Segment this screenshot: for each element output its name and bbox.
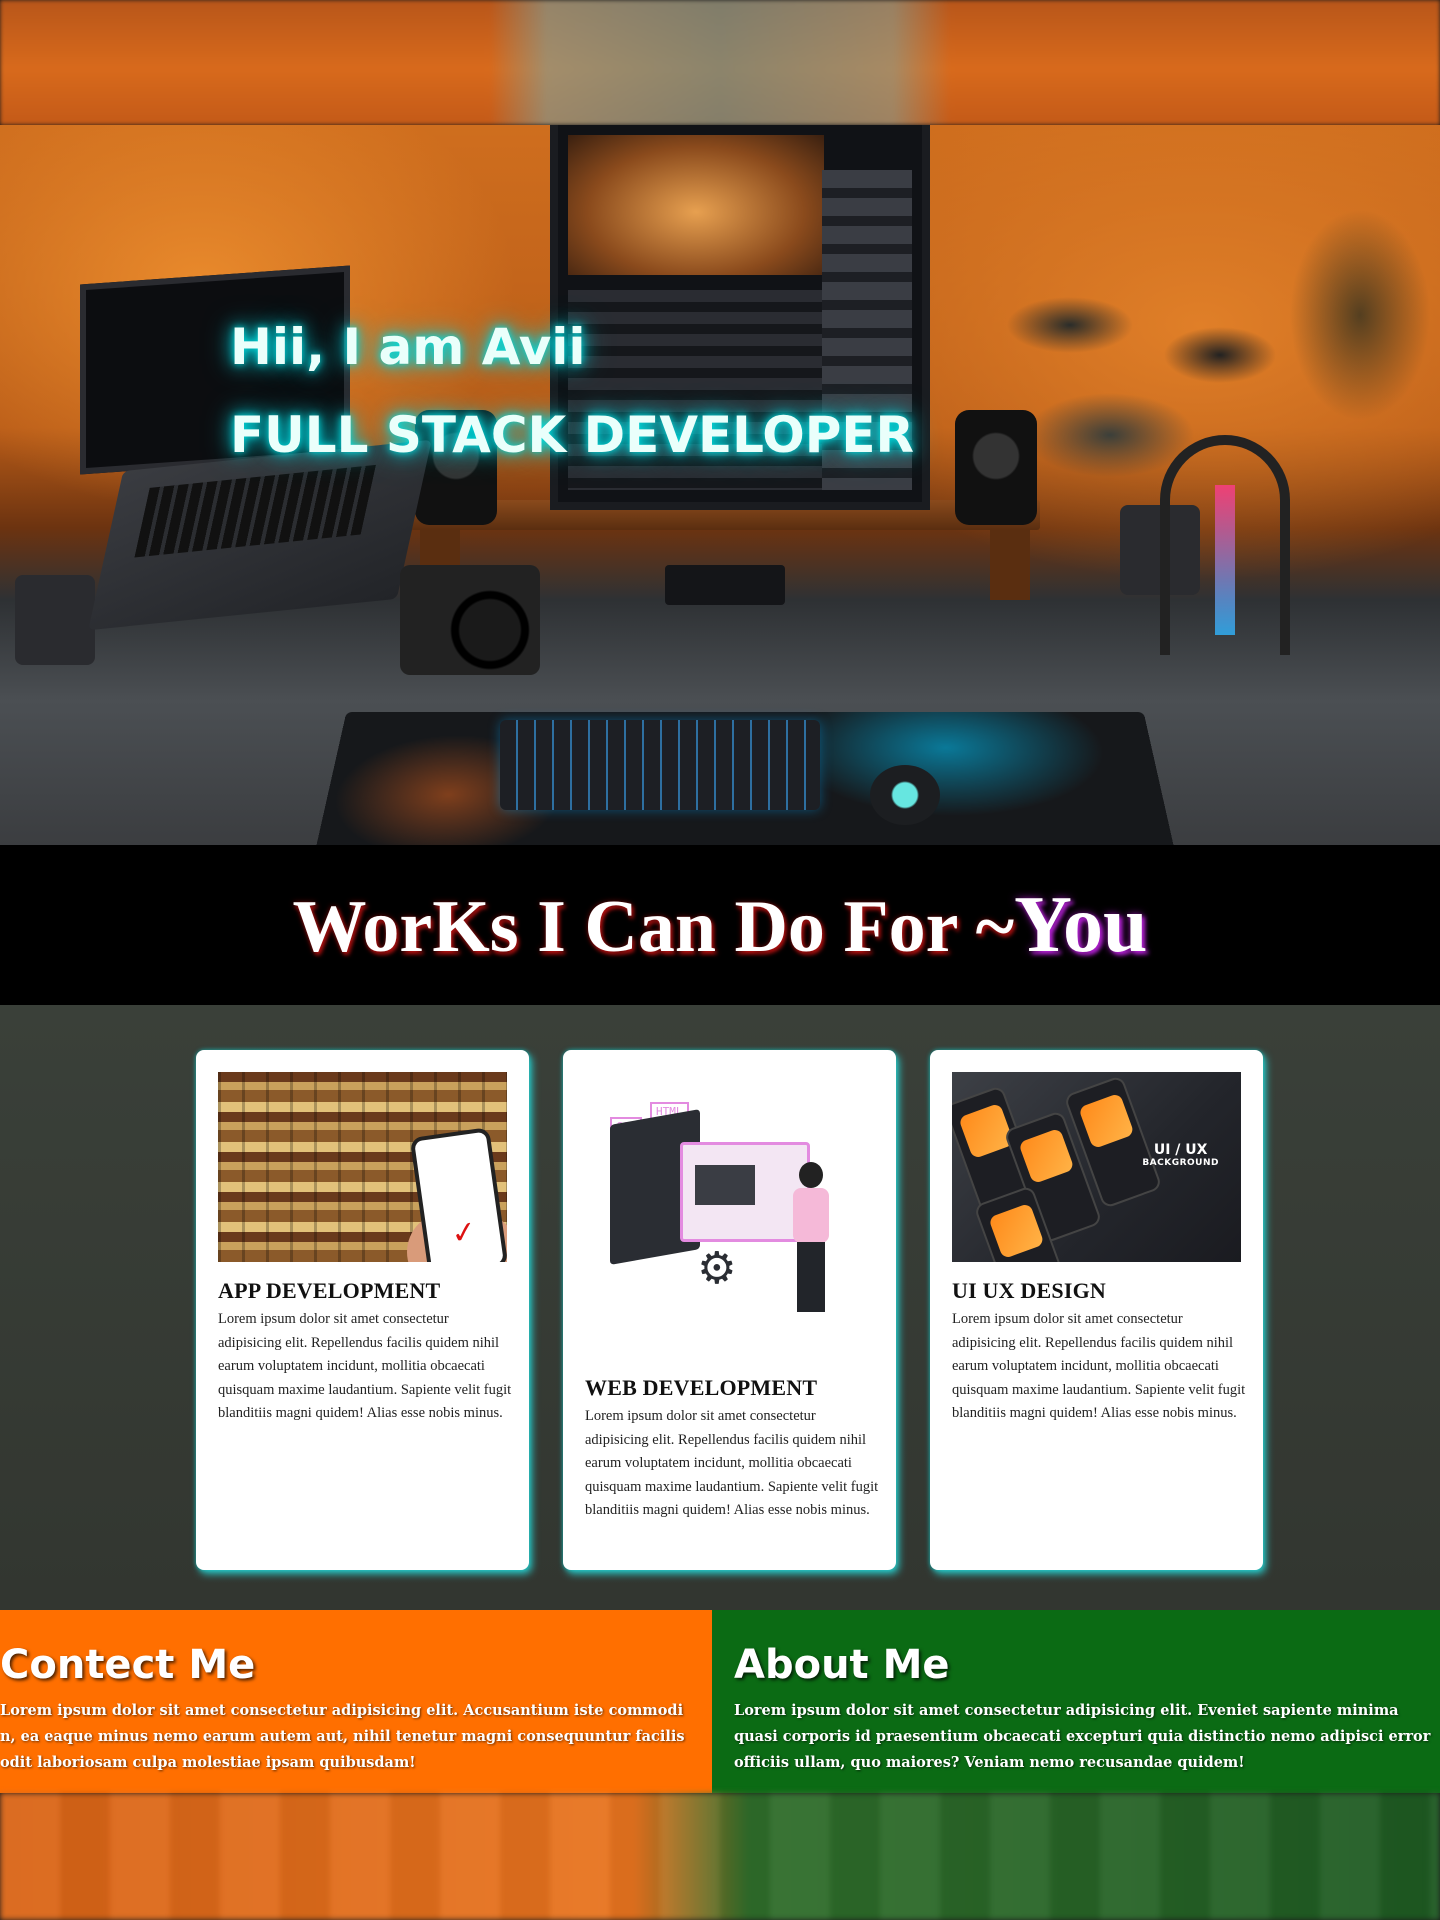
contact-title: Contect Me xyxy=(0,1642,255,1688)
contact-section: Contect Me Lorem ipsum dolor sit amet co… xyxy=(0,1610,712,1793)
ui-ux-mockup-image: UI / UX BACKGROUND xyxy=(952,1072,1241,1262)
hero-section: Hii, I am Avii FULL STACK DEVELOPER xyxy=(0,125,1440,845)
person-illustration xyxy=(785,1162,835,1312)
ui-ux-label: UI / UX BACKGROUND xyxy=(1142,1142,1219,1168)
hero-greeting: Hii, I am Avii xyxy=(230,303,914,391)
service-card-app[interactable]: APP DEVELOPMENT Lorem ipsum dolor sit am… xyxy=(196,1050,529,1570)
services-section: APP DEVELOPMENT Lorem ipsum dolor sit am… xyxy=(0,1005,1440,1610)
card-title: UI UX DESIGN xyxy=(952,1278,1106,1304)
about-text: Lorem ipsum dolor sit amet consectetur a… xyxy=(734,1698,1434,1776)
about-title: About Me xyxy=(734,1642,950,1688)
works-title-text: WorKs I Can Do For ~ xyxy=(292,886,1014,968)
top-blurred-banner xyxy=(0,0,1440,125)
shelf-leg xyxy=(990,530,1030,600)
hero-heading: Hii, I am Avii FULL STACK DEVELOPER xyxy=(230,303,914,479)
card-text: Lorem ipsum dolor sit amet consectetur a… xyxy=(218,1308,513,1426)
card-text: Lorem ipsum dolor sit amet consectetur a… xyxy=(585,1405,880,1523)
monitor-base xyxy=(665,565,785,605)
works-highlight: You xyxy=(1014,881,1147,969)
headphone-stand xyxy=(1160,435,1290,655)
works-header: WorKs I Can Do For ~You xyxy=(0,845,1440,1005)
web-development-illustration: CSS HTML ⚙ xyxy=(585,1072,874,1342)
speaker-right xyxy=(955,410,1037,525)
monitor-video xyxy=(568,135,824,275)
keyboard xyxy=(500,720,820,810)
phone-image xyxy=(410,1127,507,1262)
shopping-app-image xyxy=(218,1072,507,1262)
about-section: About Me Lorem ipsum dolor sit amet cons… xyxy=(712,1610,1440,1793)
contact-text: Lorem ipsum dolor sit amet consectetur a… xyxy=(0,1698,700,1776)
camera xyxy=(400,565,540,675)
gear-icon: ⚙ xyxy=(697,1247,736,1291)
bottom-blurred-banner xyxy=(0,1793,1440,1920)
works-title: WorKs I Can Do For ~You xyxy=(292,880,1147,971)
plant-pot xyxy=(15,575,95,665)
card-title: WEB DEVELOPMENT xyxy=(585,1375,817,1401)
card-title: APP DEVELOPMENT xyxy=(218,1278,440,1304)
mouse xyxy=(870,765,940,825)
card-text: Lorem ipsum dolor sit amet consectetur a… xyxy=(952,1308,1247,1426)
service-card-web[interactable]: CSS HTML ⚙ WEB DEVELOPMENT Lorem ipsum d… xyxy=(563,1050,896,1570)
hero-role: FULL STACK DEVELOPER xyxy=(230,391,914,479)
service-card-uiux[interactable]: UI / UX BACKGROUND UI UX DESIGN Lorem ip… xyxy=(930,1050,1263,1570)
